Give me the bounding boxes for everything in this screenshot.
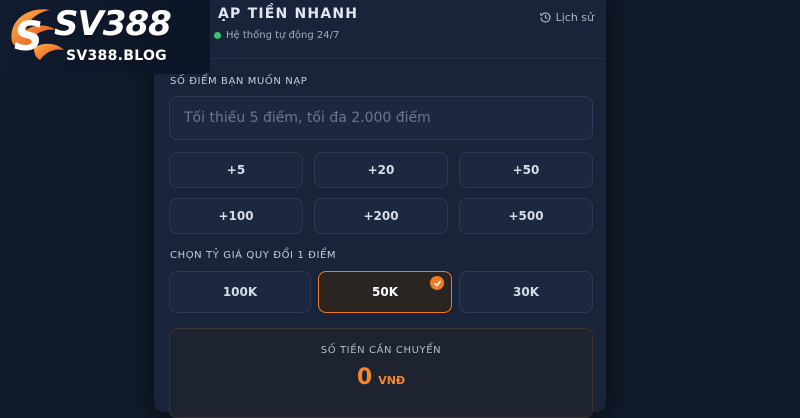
quick-amount-button-100[interactable]: +100: [169, 198, 303, 234]
rate-option-50k[interactable]: 50K: [318, 271, 452, 313]
history-label: Lịch sử: [555, 11, 594, 24]
svg-text:S: S: [14, 14, 43, 60]
status-text: Hệ thống tự động 24/7: [226, 30, 340, 41]
transfer-value: 0: [356, 365, 373, 390]
transfer-label: SỐ TIỀN CẦN CHUYỂN: [320, 345, 442, 356]
rate-option-label: 50K: [372, 285, 398, 299]
rate-option-100k[interactable]: 100K: [169, 271, 311, 313]
brand-logo: S SV388 SV388.BLOG: [0, 0, 210, 74]
quick-amount-row-1: +5 +20 +50: [169, 152, 593, 188]
quick-amount-button-50[interactable]: +50: [459, 152, 593, 188]
page-title: ẠP TIỀN NHANH: [218, 6, 359, 22]
header-divider: [154, 58, 606, 59]
transfer-summary: SỐ TIỀN CẦN CHUYỂN 0 VNĐ: [169, 328, 593, 418]
history-clock-icon: [539, 12, 551, 23]
transfer-unit: VNĐ: [378, 374, 406, 387]
rate-option-30k[interactable]: 30K: [459, 271, 593, 313]
amount-input[interactable]: [169, 96, 593, 140]
rate-options: 100K 50K 30K: [169, 271, 593, 313]
system-status: Hệ thống tự động 24/7: [214, 30, 339, 41]
quick-amount-button-200[interactable]: +200: [314, 198, 448, 234]
amount-label: SỐ ĐIỂM BẠN MUỐN NẠP: [170, 76, 308, 87]
quick-amount-button-5[interactable]: +5: [169, 152, 303, 188]
logo-subtext: SV388.BLOG: [66, 48, 167, 64]
check-icon: [430, 276, 444, 290]
quick-amount-button-500[interactable]: +500: [459, 198, 593, 234]
quick-amount-button-20[interactable]: +20: [314, 152, 448, 188]
rate-label: CHỌN TỶ GIÁ QUY ĐỔI 1 ĐIỂM: [170, 250, 337, 261]
deposit-panel: ẠP TIỀN NHANH Hệ thống tự động 24/7 Lịch…: [154, 0, 606, 418]
quick-amount-row-2: +100 +200 +500: [169, 198, 593, 234]
status-dot-icon: [214, 32, 221, 39]
logo-text: SV388: [54, 4, 172, 44]
transfer-amount: 0 VNĐ: [170, 365, 592, 390]
history-link[interactable]: Lịch sử: [539, 11, 594, 24]
